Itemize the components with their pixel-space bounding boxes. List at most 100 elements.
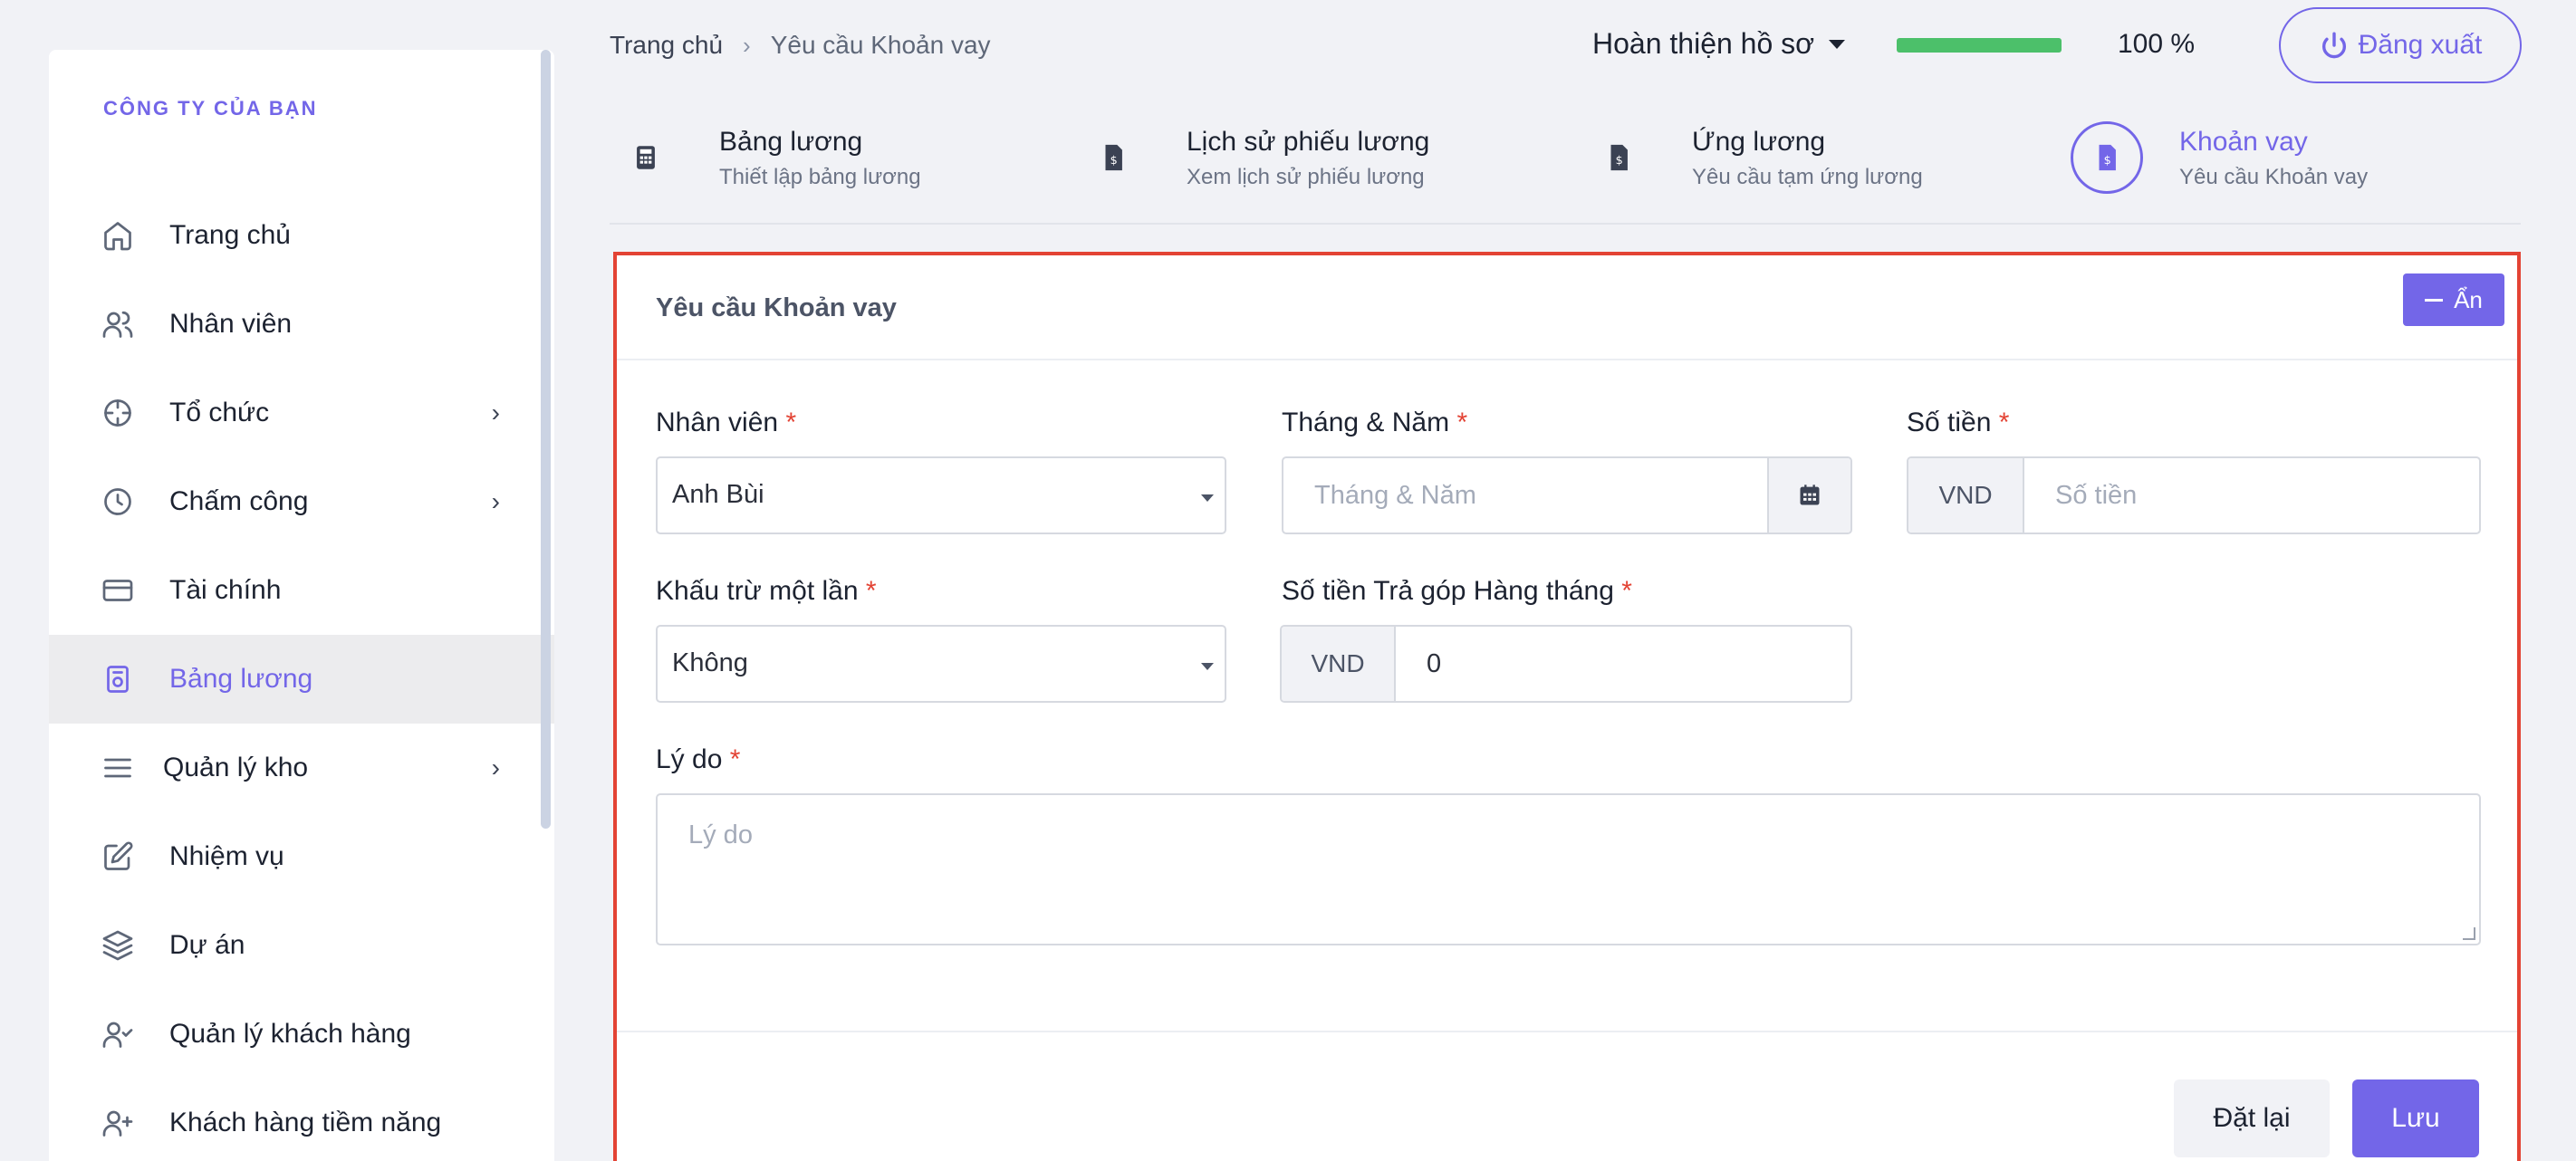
power-icon	[2321, 32, 2346, 59]
complete-profile-dropdown[interactable]: Hoàn thiện hồ sơ	[1592, 27, 1846, 61]
chevron-right-icon: ›	[491, 487, 500, 515]
sidebar-item-label: Trang chủ	[169, 220, 291, 250]
svg-text:$: $	[1616, 154, 1623, 168]
tab-subtitle: Xem lịch sử phiếu lương	[1187, 165, 1425, 189]
one-time-deduction-label: Khấu trừ một lần *	[656, 576, 877, 606]
user-check-icon	[100, 1016, 136, 1052]
tab-title: Khoản vay	[2179, 127, 2308, 157]
tab-subtitle: Yêu cầu Khoản vay	[2179, 165, 2369, 189]
hide-button[interactable]: Ẩn	[2403, 273, 2504, 326]
calendar-button[interactable]	[1767, 458, 1850, 533]
one-time-deduction-value: Không	[672, 648, 748, 677]
menu-icon	[100, 750, 136, 786]
credit-card-icon	[100, 572, 136, 609]
breadcrumb-current: Yêu cầu Khoản vay	[770, 31, 991, 59]
layers-icon	[100, 927, 136, 964]
sidebar-item-attendance[interactable]: Chấm công ›	[49, 457, 554, 546]
sidebar-item-leads[interactable]: Khách hàng tiềm năng	[49, 1079, 554, 1161]
complete-profile-label: Hoàn thiện hồ sơ	[1592, 27, 1815, 60]
sidebar-item-organization[interactable]: Tổ chức ›	[49, 369, 554, 457]
card-title: Yêu cầu Khoản vay	[656, 293, 897, 322]
sidebar: CÔNG TY CỦA BẠN Trang chủ Nhân viên Tổ c…	[49, 50, 554, 1161]
resize-handle[interactable]	[2463, 927, 2475, 940]
tab-title: Bảng lương	[719, 127, 863, 157]
monthly-installment-input[interactable]: 0	[1396, 627, 1850, 701]
svg-text:$: $	[1110, 154, 1118, 168]
loan-request-card: Yêu cầu Khoản vay Ẩn Nhân viên * Anh Bùi…	[613, 252, 2521, 1161]
sidebar-item-label: Nhân viên	[169, 309, 293, 339]
sidebar-item-label: Nhiệm vụ	[169, 841, 284, 871]
user-plus-icon	[100, 1105, 136, 1141]
sidebar-item-employees[interactable]: Nhân viên	[49, 280, 554, 369]
sidebar-item-finance[interactable]: Tài chính	[49, 546, 554, 635]
calculator-icon	[610, 121, 682, 194]
company-name: CÔNG TY CỦA BẠN	[103, 97, 318, 120]
home-icon	[100, 217, 136, 254]
monthly-installment-field[interactable]: VND 0	[1280, 625, 1852, 703]
calendar-icon	[1800, 485, 1820, 505]
invoice-dollar-icon: $	[2071, 121, 2143, 194]
profile-progress-fill	[1897, 38, 2062, 53]
hide-label: Ẩn	[2454, 285, 2483, 313]
caret-down-icon	[1201, 494, 1214, 502]
amount-field[interactable]: VND Số tiền	[1907, 456, 2481, 534]
clock-icon	[100, 484, 136, 520]
amount-label: Số tiền *	[1907, 408, 2010, 437]
monthly-currency: VND	[1282, 627, 1396, 701]
breadcrumb-home[interactable]: Trang chủ	[610, 31, 723, 60]
tab-subtitle: Yêu cầu tạm ứng lương	[1692, 165, 1923, 189]
svg-text:$: $	[2104, 154, 2111, 168]
invoice-dollar-icon: $	[1582, 121, 1655, 194]
reason-placeholder: Lý do	[688, 820, 753, 849]
caret-down-icon	[1829, 39, 1846, 49]
sidebar-item-label: Dự án	[169, 930, 245, 960]
payroll-tabs: Bảng lương Thiết lập bảng lương $ Lịch s…	[610, 109, 2521, 225]
invoice-dollar-icon: $	[1077, 121, 1149, 194]
save-button[interactable]: Lưu	[2352, 1079, 2479, 1157]
caret-down-icon	[1201, 663, 1214, 670]
sidebar-item-label: Tổ chức	[169, 398, 270, 427]
employee-value: Anh Bùi	[672, 480, 764, 509]
monthly-installment-label: Số tiền Trả góp Hàng tháng *	[1282, 576, 1632, 606]
sidebar-item-tasks[interactable]: Nhiệm vụ	[49, 812, 554, 901]
profile-progress-text: 100 %	[2118, 29, 2196, 59]
card-header: Yêu cầu Khoản vay Ẩn	[617, 255, 2517, 360]
reason-label: Lý do *	[656, 744, 741, 774]
sidebar-item-label: Khách hàng tiềm năng	[169, 1108, 442, 1137]
sidebar-item-projects[interactable]: Dự án	[49, 901, 554, 990]
amount-input[interactable]: Số tiền	[2024, 458, 2479, 533]
tab-subtitle: Thiết lập bảng lương	[719, 165, 921, 189]
sidebar-scrollbar[interactable]	[541, 50, 551, 829]
month-year-field[interactable]: Tháng & Năm	[1282, 456, 1852, 534]
employee-label: Nhân viên *	[656, 408, 797, 437]
employee-select[interactable]: Anh Bùi	[656, 456, 1226, 534]
sidebar-item-label: Chấm công	[169, 486, 309, 516]
chevron-right-icon: ›	[491, 398, 500, 427]
payroll-icon	[100, 661, 136, 697]
tab-title: Lịch sử phiếu lương	[1187, 127, 1430, 157]
sidebar-item-payroll[interactable]: Bảng lương	[49, 635, 554, 724]
logout-button[interactable]: Đăng xuất	[2279, 7, 2522, 83]
crosshair-icon	[100, 395, 136, 431]
month-year-input[interactable]: Tháng & Năm	[1283, 458, 1767, 533]
users-icon	[100, 306, 136, 342]
sidebar-item-label: Tài chính	[169, 575, 282, 605]
edit-icon	[100, 839, 136, 875]
one-time-deduction-select[interactable]: Không	[656, 625, 1226, 703]
profile-progress-bar	[1897, 38, 2062, 53]
minus-icon	[2425, 298, 2444, 302]
month-year-label: Tháng & Năm *	[1282, 408, 1468, 437]
logout-label: Đăng xuất	[2358, 30, 2483, 60]
reason-textarea[interactable]: Lý do	[656, 793, 2481, 945]
sidebar-item-home[interactable]: Trang chủ	[49, 191, 554, 280]
card-footer: Đặt lại Lưu	[617, 1031, 2517, 1161]
tab-title: Ứng lương	[1692, 127, 1826, 157]
breadcrumb: Trang chủ › Yêu cầu Khoản vay	[610, 31, 991, 60]
reset-button[interactable]: Đặt lại	[2174, 1079, 2330, 1157]
breadcrumb-separator: ›	[743, 31, 751, 59]
amount-currency: VND	[1908, 458, 2024, 533]
sidebar-item-inventory[interactable]: Quản lý kho ›	[49, 724, 554, 812]
sidebar-item-label: Bảng lương	[169, 664, 313, 694]
sidebar-item-customers[interactable]: Quản lý khách hàng	[49, 990, 554, 1079]
chevron-right-icon: ›	[491, 753, 500, 782]
